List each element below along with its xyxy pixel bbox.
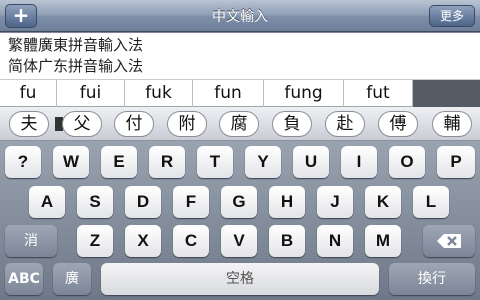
key-m[interactable]: M <box>365 225 401 257</box>
page-title: 中文輸入 <box>212 9 268 25</box>
shift-key[interactable]: 消 <box>5 225 57 257</box>
character-candidate[interactable]: 負 <box>272 111 312 137</box>
character-candidate[interactable]: 附 <box>167 111 207 137</box>
character-candidate-bar: 夫 父 付 附 腐 負 赴 傅 輔 <box>0 107 480 141</box>
key-b[interactable]: B <box>269 225 305 257</box>
key-h[interactable]: H <box>269 186 305 218</box>
pinyin-candidate[interactable]: fui <box>57 80 125 107</box>
key-r[interactable]: R <box>149 146 185 178</box>
ime-item-simplified-cantonese[interactable]: 简体广东拼音输入法 <box>8 55 408 77</box>
more-button[interactable]: 更多 <box>429 5 475 27</box>
pinyin-candidate[interactable]: fuk <box>125 80 193 107</box>
key-j[interactable]: J <box>317 186 353 218</box>
key-f[interactable]: F <box>173 186 209 218</box>
key-x[interactable]: X <box>125 225 161 257</box>
key-w[interactable]: W <box>53 146 89 178</box>
keyboard: ? W E R T Y U I O P A S D F G H J K L 消 … <box>0 141 480 300</box>
key-g[interactable]: G <box>221 186 257 218</box>
key-p[interactable]: P <box>437 146 475 178</box>
pinyin-candidate[interactable]: fu <box>0 80 57 107</box>
key-n[interactable]: N <box>317 225 353 257</box>
add-button[interactable]: + <box>5 4 37 28</box>
backspace-icon <box>437 234 461 248</box>
key-t[interactable]: T <box>197 146 233 178</box>
key-s[interactable]: S <box>77 186 113 218</box>
abc-key[interactable]: ABC <box>5 263 43 295</box>
pinyin-candidate[interactable]: fun <box>193 80 264 107</box>
key-v[interactable]: V <box>221 225 257 257</box>
key-i[interactable]: I <box>341 146 377 178</box>
title-bar: + 中文輸入 更多 <box>0 0 480 32</box>
character-candidate[interactable]: 付 <box>114 111 154 137</box>
pinyin-candidate[interactable]: fut <box>344 80 413 107</box>
character-candidate[interactable]: 傅 <box>378 111 418 137</box>
character-candidate[interactable]: 腐 <box>219 111 259 137</box>
input-method-list: 繁體廣東拼音輸入法 简体广东拼音输入法 <box>0 33 480 79</box>
character-candidate[interactable]: 父 <box>62 111 102 137</box>
key-u[interactable]: U <box>293 146 329 178</box>
pinyin-candidate[interactable]: fung <box>264 80 344 107</box>
key-question[interactable]: ? <box>5 146 41 178</box>
key-o[interactable]: O <box>389 146 425 178</box>
key-d[interactable]: D <box>125 186 161 218</box>
character-candidate[interactable]: 赴 <box>325 111 365 137</box>
pinyin-candidate-bar: fu fui fuk fun fung fut <box>0 79 480 107</box>
key-l[interactable]: L <box>413 186 449 218</box>
key-a[interactable]: A <box>29 186 65 218</box>
space-key[interactable]: 空格 <box>101 263 379 295</box>
key-c[interactable]: C <box>173 225 209 257</box>
delete-key[interactable] <box>423 225 475 257</box>
language-key[interactable]: 廣 <box>53 263 91 295</box>
return-key[interactable]: 換行 <box>389 263 475 295</box>
pinyin-bar-empty-area <box>413 80 480 107</box>
key-e[interactable]: E <box>101 146 137 178</box>
key-k[interactable]: K <box>365 186 401 218</box>
character-candidate[interactable]: 夫 <box>9 111 49 137</box>
ime-item-traditional-cantonese[interactable]: 繁體廣東拼音輸入法 <box>8 34 408 56</box>
key-y[interactable]: Y <box>245 146 281 178</box>
key-z[interactable]: Z <box>77 225 113 257</box>
character-candidate[interactable]: 輔 <box>432 111 472 137</box>
